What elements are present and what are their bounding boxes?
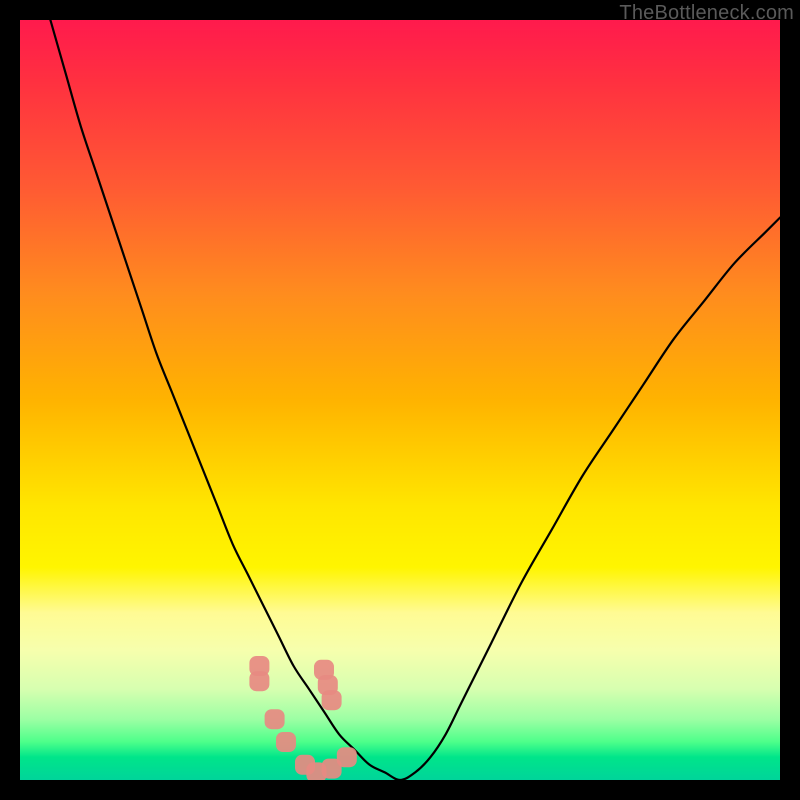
highlighted-points-group [249,656,356,780]
plot-area [20,20,780,780]
data-point-marker [337,747,357,767]
bottleneck-curve-path [50,20,780,780]
data-point-marker [314,660,334,680]
data-point-marker [265,709,285,729]
data-point-marker [322,690,342,710]
data-point-marker [276,732,296,752]
data-point-marker [249,671,269,691]
chart-frame: TheBottleneck.com [0,0,800,800]
chart-svg [20,20,780,780]
